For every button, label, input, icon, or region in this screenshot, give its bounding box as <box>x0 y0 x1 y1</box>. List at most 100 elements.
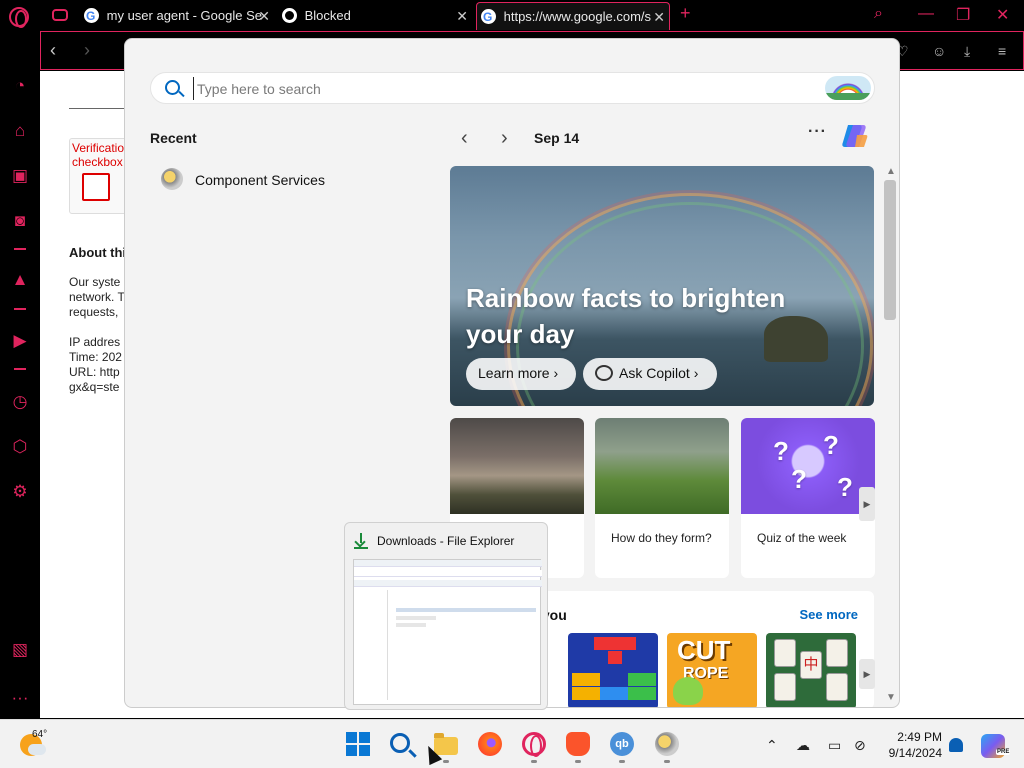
player-icon[interactable]: ▶ <box>10 331 30 351</box>
divider <box>69 108 129 109</box>
qbittorrent-icon[interactable]: qb <box>610 732 634 756</box>
story-card-quiz[interactable]: ? ? ? ? Quiz of the week <box>741 418 875 578</box>
tab-user-agent[interactable]: my user agent - Google Se ✕ <box>84 2 274 30</box>
volume-muted-icon[interactable]: ⊘ <box>854 737 866 754</box>
close-icon[interactable]: ✕ <box>258 2 270 30</box>
ask-copilot-label: Ask Copilot <box>619 365 690 381</box>
taskbar-search-icon[interactable] <box>390 733 410 753</box>
google-icon <box>84 2 99 30</box>
brave-icon[interactable] <box>566 732 590 756</box>
sidebar-divider <box>14 248 26 250</box>
globe-icon <box>282 8 297 24</box>
bag-icon[interactable]: ⌂ <box>10 121 30 141</box>
om-nom-character <box>673 677 703 705</box>
network-offline-icon[interactable]: ☁ <box>796 737 810 754</box>
learn-more-label: Learn more <box>478 365 550 381</box>
weather-cloud-icon <box>28 744 46 755</box>
captcha-label: Verification checkbox <box>72 141 131 169</box>
chevron-up-icon[interactable]: ⌃ <box>766 737 778 754</box>
notification-bell-icon[interactable] <box>949 738 963 752</box>
minimize-button[interactable]: — <box>918 5 934 23</box>
download-arrow-icon <box>354 547 368 549</box>
story-card-how-form[interactable]: How do they form? <box>595 418 729 578</box>
scroll-thumb[interactable] <box>884 180 896 320</box>
scroll-down-arrow[interactable]: ▼ <box>886 692 896 703</box>
tab-search-icon[interactable]: ⌕ <box>874 5 883 23</box>
clock[interactable]: 2:49 PM 9/14/2024 <box>884 729 942 761</box>
opera-icon[interactable] <box>522 732 546 757</box>
card-text: Quiz of the week <box>757 531 847 545</box>
aria-icon[interactable]: ▲ <box>10 270 30 290</box>
block-explanation: Our syste network. T requests, <box>69 275 125 319</box>
close-window-button[interactable]: ✕ <box>996 5 1009 25</box>
forward-button[interactable]: › <box>84 40 90 61</box>
downloads-thumbnail-preview[interactable]: Downloads - File Explorer <box>344 522 548 710</box>
tab-blocked[interactable]: Blocked ✕ <box>282 2 472 30</box>
back-button[interactable]: ‹ <box>50 40 56 61</box>
hero-card[interactable]: Rainbow facts to brighten your day Learn… <box>450 166 874 406</box>
tab-google-search[interactable]: https://www.google.com/s ✕ <box>476 2 670 30</box>
opera-logo-icon[interactable] <box>9 7 29 28</box>
recent-item-label: Component Services <box>195 172 325 188</box>
copilot-icon[interactable] <box>839 121 869 151</box>
speed-dial-icon[interactable]: ◔ <box>10 76 30 96</box>
extensions-cube-icon[interactable]: ⬡ <box>10 437 30 457</box>
profile-icon[interactable]: ☺ <box>932 43 946 59</box>
vertical-scrollbar[interactable]: ▲ ▼ <box>882 166 898 703</box>
menu-icon[interactable]: ≡ <box>998 43 1006 59</box>
card-text: How do they form? <box>611 531 712 545</box>
game-tile-mahjong[interactable]: 中 <box>766 633 856 707</box>
close-icon[interactable]: ✕ <box>456 2 468 30</box>
more-icon[interactable]: ··· <box>10 688 30 708</box>
browser-tab-bar: my user agent - Google Se ✕ Blocked ✕ ht… <box>0 0 1024 32</box>
search-box[interactable] <box>150 72 875 104</box>
tab-title: https://www.google.com/s <box>503 9 652 24</box>
captcha-widget: Verification checkbox <box>69 138 131 214</box>
about-heading: About thi <box>69 245 127 260</box>
scroll-up-arrow[interactable]: ▲ <box>886 166 896 177</box>
rainbow-highlight-icon[interactable] <box>825 76 871 100</box>
more-options-button[interactable]: ··· <box>808 123 827 141</box>
running-indicator <box>619 760 625 763</box>
next-day-button[interactable]: › <box>501 127 508 150</box>
game-tile-cut-the-rope[interactable]: CUT ROPE <box>667 633 757 707</box>
time: 2:49 PM <box>897 730 942 744</box>
gallery-icon[interactable]: ▧ <box>10 640 30 660</box>
see-more-link[interactable]: See more <box>799 607 858 622</box>
ask-copilot-button[interactable]: Ask Copilot › <box>583 358 717 390</box>
captcha-checkbox[interactable] <box>82 173 110 201</box>
history-icon[interactable]: ◷ <box>10 392 30 412</box>
display-icon[interactable]: ▭ <box>828 737 841 754</box>
instagram-icon[interactable]: ◙ <box>10 211 30 231</box>
windows-start-icon[interactable] <box>346 732 370 756</box>
search-input[interactable] <box>193 77 813 100</box>
file-explorer-miniature <box>353 559 542 705</box>
download-icon[interactable]: ⤓ <box>964 43 970 60</box>
recent-item-component-services[interactable]: Component Services <box>161 166 421 196</box>
quiz-image: ? ? ? ? <box>741 418 875 514</box>
firefox-icon[interactable] <box>478 732 502 756</box>
game-logo-text: CUT <box>677 635 731 665</box>
mahjong-tile: 中 <box>800 651 822 679</box>
request-details: IP addres Time: 202 URL: http gx&q=ste <box>69 335 122 394</box>
component-services-icon <box>161 168 183 190</box>
tab-title: Blocked <box>304 8 351 23</box>
game-tile-blocks[interactable] <box>568 633 658 707</box>
gamepad-icon[interactable] <box>52 9 68 21</box>
new-tab-button[interactable]: + <box>680 3 691 24</box>
thumbnail-title: Downloads - File Explorer <box>377 534 515 548</box>
component-services-icon[interactable] <box>655 732 679 756</box>
carousel-next-button[interactable]: ▶ <box>859 487 875 521</box>
learn-more-button[interactable]: Learn more › <box>466 358 576 390</box>
running-indicator <box>664 760 670 763</box>
settings-gear-icon[interactable]: ⚙ <box>10 482 30 502</box>
browser-sidebar: ◔ ⌂ ▣ ◙ ▲ ▶ ◷ ⬡ ⚙ ▧ ··· <box>0 32 40 718</box>
games-next-button[interactable]: ▶ <box>859 659 875 689</box>
search-icon <box>165 80 180 95</box>
close-icon[interactable]: ✕ <box>653 3 665 30</box>
previous-day-button[interactable]: ‹ <box>461 127 468 150</box>
running-indicator <box>575 760 581 763</box>
restore-button[interactable]: ❐ <box>956 5 970 25</box>
running-indicator <box>531 760 537 763</box>
twitch-icon[interactable]: ▣ <box>10 166 30 186</box>
